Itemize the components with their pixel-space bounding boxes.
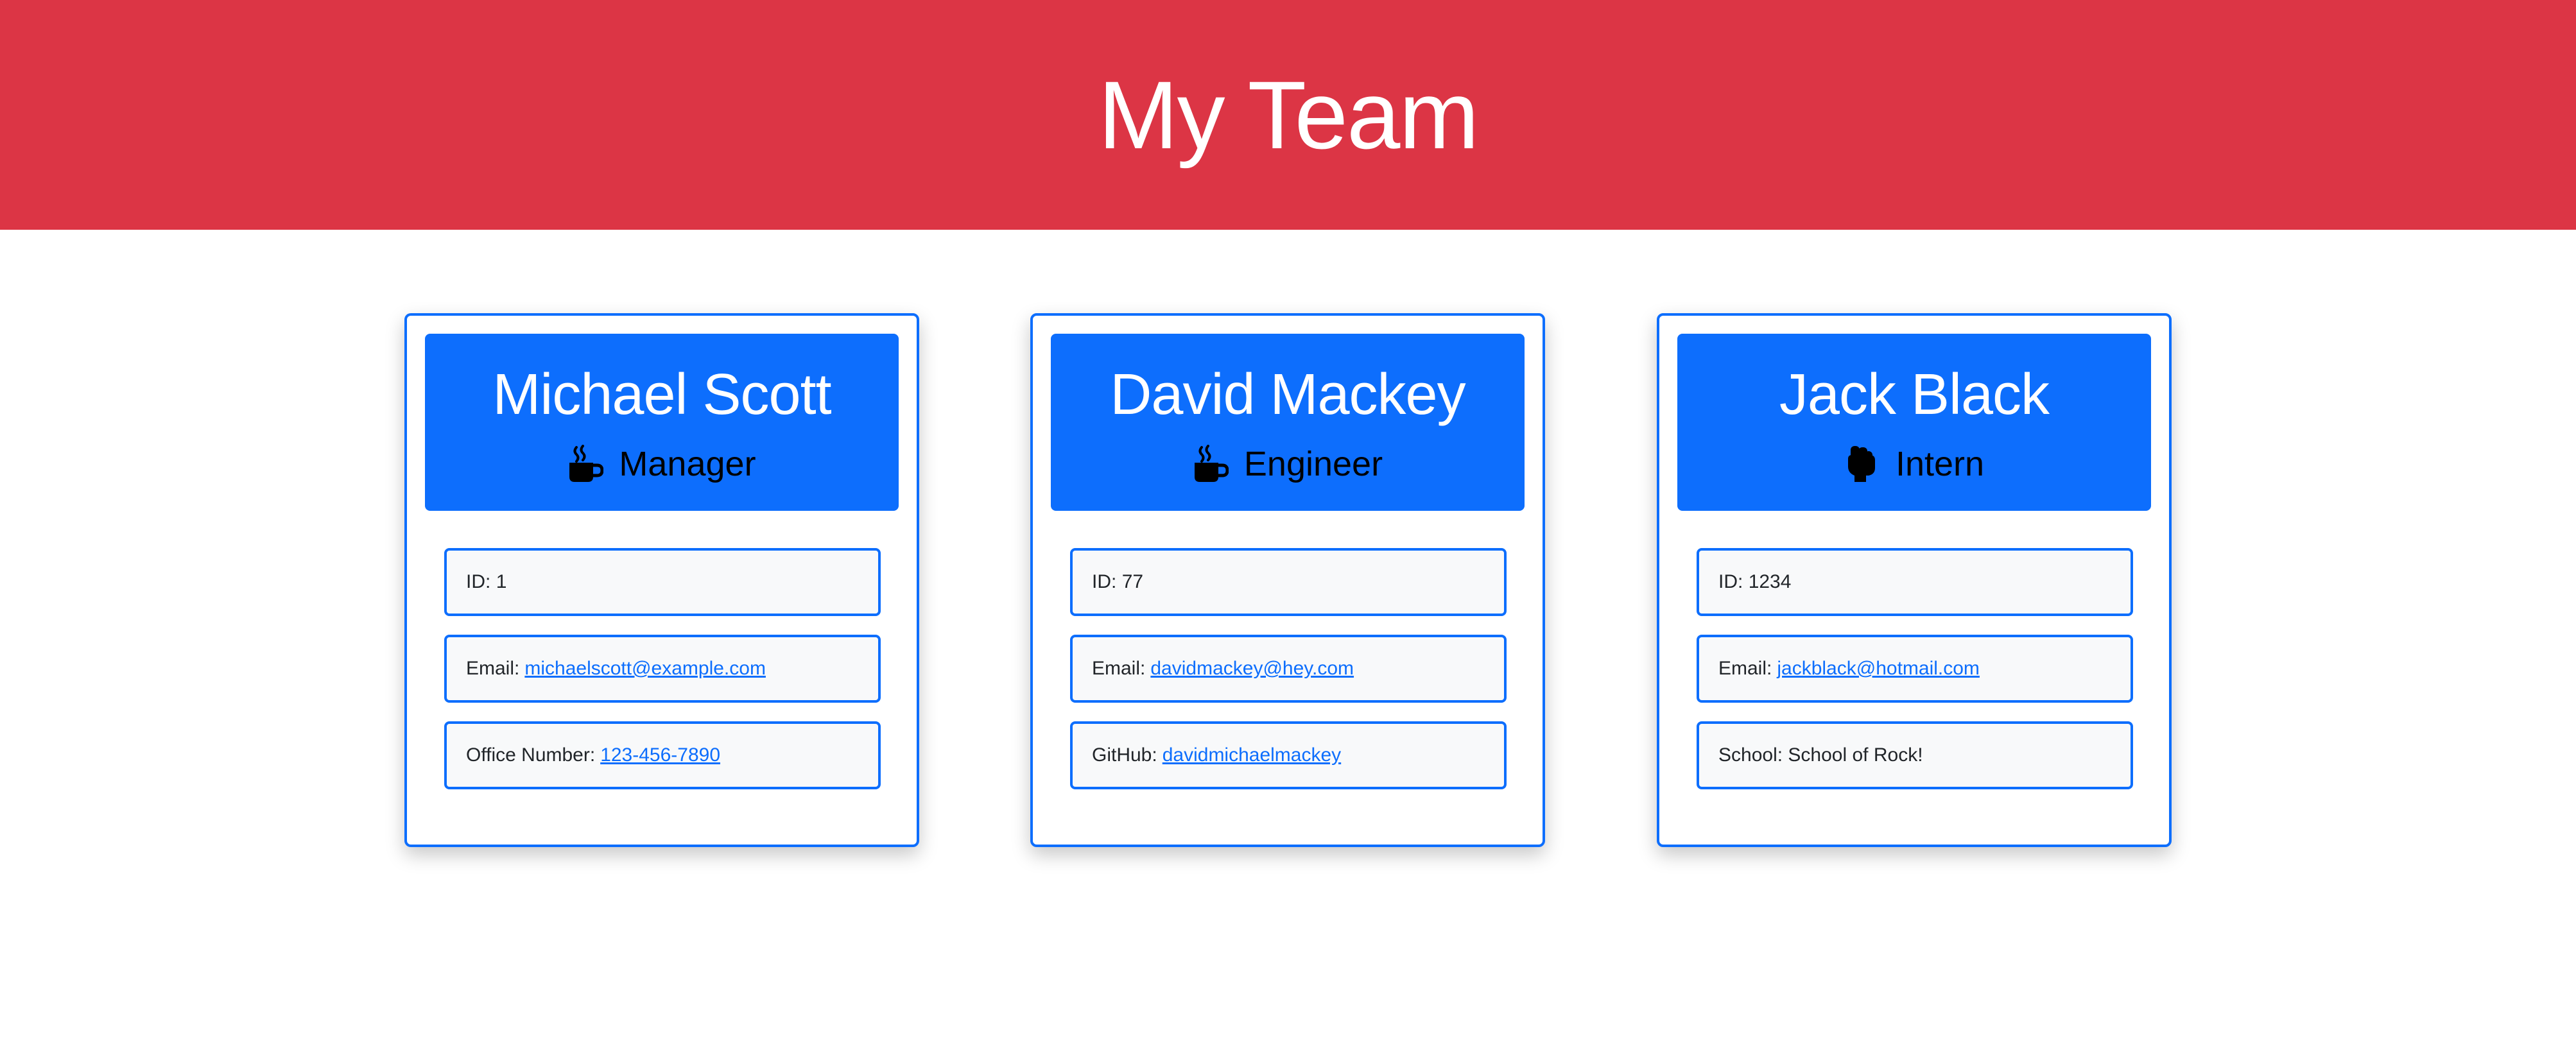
employee-role-label: Manager xyxy=(619,445,756,483)
employee-card-engineer: David Mackey Engineer ID: 77 Email: david… xyxy=(1030,313,1545,847)
email-label: Email: xyxy=(1092,658,1146,679)
office-number-label: Office Number: xyxy=(466,744,596,766)
employee-role-label: Engineer xyxy=(1243,445,1383,483)
id-label: ID: xyxy=(1718,571,1743,592)
id-label: ID: xyxy=(1092,571,1117,592)
id-value: 1 xyxy=(496,571,507,592)
employee-school: School: School of Rock! xyxy=(1697,721,2133,789)
github-label: GitHub: xyxy=(1092,744,1157,766)
employee-office-number: Office Number: 123-456-7890 xyxy=(444,721,881,789)
employee-email: Email: jackblack@hotmail.com xyxy=(1697,635,2133,703)
github-link[interactable]: davidmichaelmackey xyxy=(1163,744,1341,766)
employee-role: Manager xyxy=(425,442,899,486)
employee-id: ID: 1234 xyxy=(1697,548,2133,616)
email-link[interactable]: jackblack@hotmail.com xyxy=(1777,658,1980,680)
page-header: My Team xyxy=(0,0,2576,230)
employee-name: Michael Scott xyxy=(492,363,831,427)
employee-github: GitHub: davidmichaelmackey xyxy=(1070,721,1507,789)
info-list: ID: 1234 Email: jackblack@hotmail.com Sch… xyxy=(1697,548,2133,808)
page-title: My Team xyxy=(1098,60,1480,169)
email-label: Email: xyxy=(1718,658,1772,679)
card-header: Jack Black Intern xyxy=(1677,334,2151,511)
employee-role: Intern xyxy=(1677,442,2151,486)
office-number-link[interactable]: 123-456-7890 xyxy=(600,744,720,766)
email-link[interactable]: michaelscott@example.com xyxy=(524,658,766,680)
coffee-mug-icon xyxy=(1193,445,1229,483)
id-value: 1234 xyxy=(1748,571,1792,592)
employee-id: ID: 77 xyxy=(1070,548,1507,616)
hand-icon xyxy=(1844,445,1880,483)
info-list: ID: 77 Email: davidmackey@hey.com GitHub:… xyxy=(1070,548,1507,808)
id-label: ID: xyxy=(466,571,491,592)
employee-email: Email: michaelscott@example.com xyxy=(444,635,881,703)
employee-role-label: Intern xyxy=(1895,445,1985,483)
id-value: 77 xyxy=(1121,571,1144,592)
coffee-mug-icon xyxy=(567,445,604,483)
employee-card-intern: Jack Black Intern ID: 1234 Email: jackbla… xyxy=(1657,313,2172,847)
employee-id: ID: 1 xyxy=(444,548,881,616)
email-link[interactable]: davidmackey@hey.com xyxy=(1150,658,1354,680)
info-list: ID: 1 Email: michaelscott@example.com Off… xyxy=(444,548,881,808)
school-label: School: xyxy=(1718,744,1783,766)
school-value: School of Rock! xyxy=(1788,744,1923,766)
employee-name: Jack Black xyxy=(1779,363,2050,427)
employee-role: Engineer xyxy=(1051,442,1525,486)
email-label: Email: xyxy=(466,658,520,679)
card-header: Michael Scott Manager xyxy=(425,334,899,511)
card-header: David Mackey Engineer xyxy=(1051,334,1525,511)
employee-card-manager: Michael Scott Manager ID: 1 Email: michae… xyxy=(404,313,919,847)
employee-email: Email: davidmackey@hey.com xyxy=(1070,635,1507,703)
employee-name: David Mackey xyxy=(1110,363,1465,427)
